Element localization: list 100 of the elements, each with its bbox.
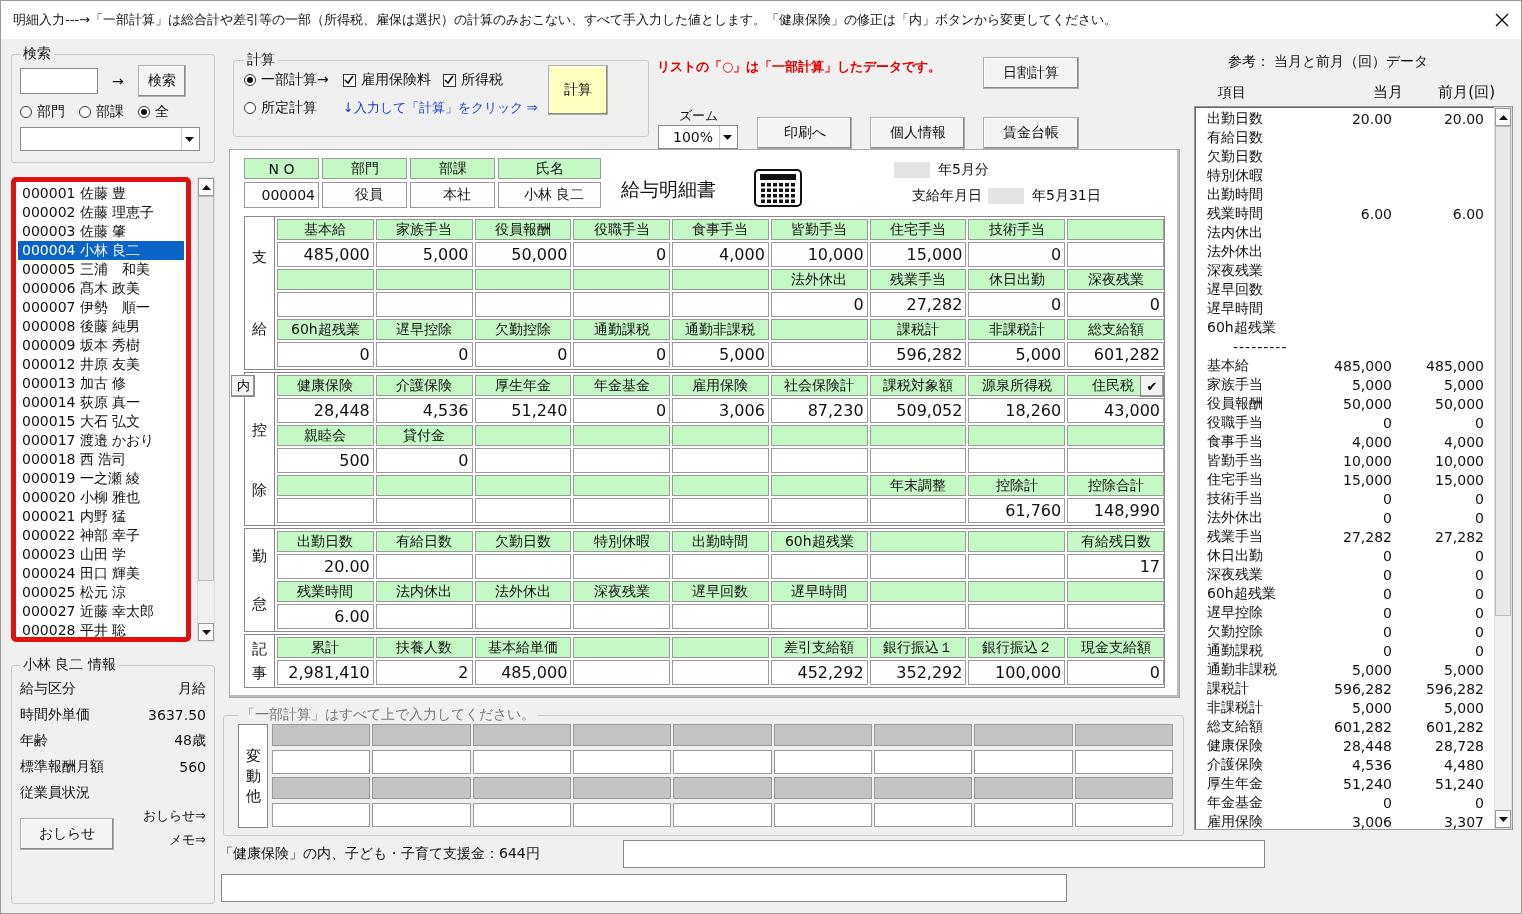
amount-field[interactable]: 0 [375, 342, 473, 367]
amount-field[interactable] [770, 498, 868, 523]
input-cell[interactable] [974, 802, 1073, 827]
employee-item[interactable]: 000018 西 浩司 [18, 450, 184, 469]
amount-field[interactable] [968, 448, 1066, 473]
amount-field[interactable]: 61,760 [968, 498, 1066, 523]
input-cell[interactable] [573, 802, 672, 827]
personal-info-button[interactable]: 個人情報 [870, 117, 965, 149]
input-cell[interactable] [874, 802, 973, 827]
employee-item[interactable]: 000024 田口 輝美 [18, 564, 184, 583]
employee-item[interactable]: 000020 小柳 雅也 [18, 488, 184, 507]
employee-item[interactable]: 000017 渡邉 かおり [18, 431, 184, 450]
employee-item[interactable]: 000006 髙木 政美 [18, 279, 184, 298]
input-cell[interactable] [372, 749, 471, 774]
employee-item[interactable]: 000021 内野 猛 [18, 507, 184, 526]
amount-field[interactable] [672, 448, 769, 473]
input-cell[interactable] [874, 749, 973, 774]
employee-item[interactable]: 000012 井原 友美 [18, 355, 184, 374]
amount-field[interactable]: 43,000 [1067, 398, 1164, 423]
input-cell[interactable] [272, 749, 371, 774]
input-cell[interactable] [974, 749, 1073, 774]
employee-item[interactable]: 000014 荻原 真一 [18, 393, 184, 412]
amount-field[interactable]: 87,230 [770, 398, 868, 423]
amount-field[interactable]: 500 [277, 448, 374, 473]
amount-field[interactable] [869, 498, 967, 523]
amount-field[interactable]: 596,282 [869, 342, 967, 367]
amount-field[interactable] [375, 604, 473, 629]
amount-field[interactable]: 4,000 [672, 242, 769, 267]
employee-item[interactable]: 000027 近藤 幸太郎 [18, 602, 184, 621]
memo-field[interactable] [221, 874, 1067, 902]
id-field[interactable]: 本社 [410, 182, 495, 208]
amount-field[interactable] [474, 554, 572, 579]
id-field[interactable]: 000004 [244, 182, 319, 208]
amount-field[interactable]: 0 [573, 242, 671, 267]
input-cell[interactable] [1074, 802, 1173, 827]
amount-field[interactable] [375, 554, 473, 579]
internal-button[interactable]: 内 [231, 375, 255, 397]
scroll-down-button[interactable] [1495, 810, 1511, 828]
amount-field[interactable]: 50,000 [474, 242, 572, 267]
check-button[interactable]: ✔ [1140, 375, 1164, 397]
employee-item[interactable]: 000003 佐藤 肇 [18, 222, 184, 241]
amount-field[interactable] [1067, 242, 1164, 267]
amount-field[interactable] [672, 292, 769, 317]
amount-field[interactable]: 0 [1067, 660, 1164, 685]
amount-field[interactable]: 5,000 [672, 342, 769, 367]
scroll-thumb[interactable] [1495, 126, 1511, 616]
daily-calc-button[interactable]: 日割計算 [983, 57, 1079, 89]
amount-field[interactable]: 452,292 [770, 660, 868, 685]
amount-field[interactable]: 4,536 [375, 398, 473, 423]
calculate-button[interactable]: 計算 [547, 65, 608, 115]
note-field[interactable] [623, 840, 1265, 868]
amount-field[interactable] [573, 660, 671, 685]
amount-field[interactable] [573, 604, 671, 629]
employee-item[interactable]: 000025 松元 涼 [18, 583, 184, 602]
input-cell[interactable] [573, 749, 672, 774]
amount-field[interactable] [474, 604, 572, 629]
amount-field[interactable]: 0 [277, 342, 374, 367]
input-cell[interactable] [372, 802, 471, 827]
amount-field[interactable]: 6.00 [277, 604, 374, 629]
zoom-dropdown[interactable]: 100% [658, 125, 738, 149]
amount-field[interactable]: 3,006 [672, 398, 769, 423]
input-cell[interactable] [673, 749, 772, 774]
ledger-button[interactable]: 賃金台帳 [983, 117, 1079, 149]
amount-field[interactable]: 0 [968, 242, 1066, 267]
employee-item[interactable]: 000009 坂本 秀樹 [18, 336, 184, 355]
amount-field[interactable] [770, 604, 868, 629]
employee-item[interactable]: 000028 平井 聡 [18, 621, 184, 637]
amount-field[interactable] [869, 448, 967, 473]
search-field[interactable] [20, 68, 98, 94]
amount-field[interactable] [573, 292, 671, 317]
radio-button[interactable] [244, 102, 256, 114]
scroll-down-button[interactable] [198, 623, 214, 641]
input-cell[interactable] [773, 802, 872, 827]
amount-field[interactable]: 352,292 [869, 660, 967, 685]
amount-field[interactable]: 100,000 [968, 660, 1066, 685]
print-button[interactable]: 印刷へ [757, 117, 852, 149]
employee-item[interactable]: 000023 山田 学 [18, 545, 184, 564]
amount-field[interactable] [869, 604, 967, 629]
employee-item[interactable]: 000001 佐藤 豊 [18, 184, 184, 203]
amount-field[interactable]: 15,000 [869, 242, 967, 267]
amount-field[interactable]: 0 [573, 398, 671, 423]
amount-field[interactable] [672, 498, 769, 523]
input-cell[interactable] [472, 749, 571, 774]
checkbox[interactable] [442, 73, 456, 87]
employee-item[interactable]: 000002 佐藤 理恵子 [18, 203, 184, 222]
amount-field[interactable]: 20.00 [277, 554, 374, 579]
employee-item[interactable]: 000022 神部 幸子 [18, 526, 184, 545]
amount-field[interactable] [770, 554, 868, 579]
amount-field[interactable]: 5,000 [375, 242, 473, 267]
scroll-up-button[interactable] [1495, 108, 1511, 126]
amount-field[interactable] [375, 292, 473, 317]
amount-field[interactable] [375, 498, 473, 523]
input-cell[interactable] [673, 802, 772, 827]
radio-button[interactable] [138, 106, 150, 118]
link-text[interactable]: メモ⇒ [169, 831, 206, 849]
amount-field[interactable]: 18,260 [968, 398, 1066, 423]
employee-item[interactable]: 000015 大石 弘文 [18, 412, 184, 431]
checkbox[interactable] [342, 73, 356, 87]
link-text[interactable]: おしらせ⇒ [143, 807, 206, 825]
amount-field[interactable] [869, 554, 967, 579]
